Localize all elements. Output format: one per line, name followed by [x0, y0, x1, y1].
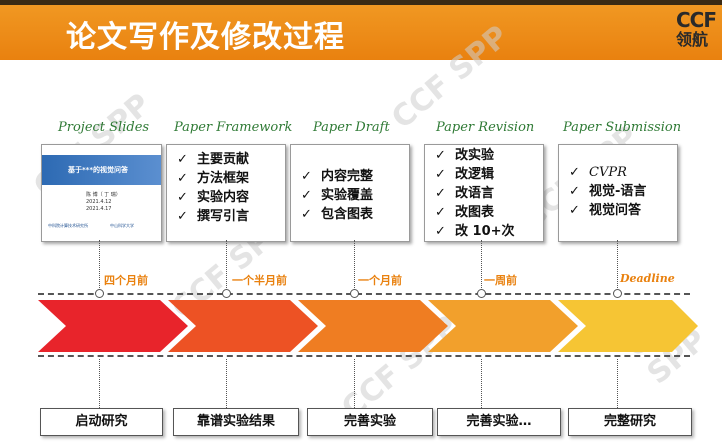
list-item: ✓ 改图表 — [435, 205, 495, 220]
check-icon: ✓ — [177, 190, 188, 205]
check-icon: ✓ — [301, 169, 312, 184]
stage-label-submission: Paper Submission — [563, 120, 682, 135]
list-item: ✓ 包含图表 — [301, 207, 374, 222]
chevron-4 — [428, 300, 578, 352]
timeline-label-1-week: 一周前 — [484, 274, 517, 287]
connector-line — [481, 240, 482, 294]
bottom-box-reliable-results: 靠谱实验结果 — [173, 408, 299, 436]
check-icon: ✓ — [177, 152, 188, 167]
stage-label-project-slides: Project Slides — [58, 120, 150, 135]
list-item: ✓ 主要贡献 — [177, 152, 250, 167]
list-item: ✓ 内容完整 — [301, 169, 374, 184]
timeline-label-4-months: 四个月前 — [104, 274, 148, 287]
timeline-dot — [350, 289, 359, 298]
check-icon: ✓ — [301, 207, 312, 222]
page-title: 论文写作及修改过程 — [66, 20, 345, 55]
list-item: ✓ 撰写引言 — [177, 209, 250, 224]
slide-author: 陈 博（ 丁 瑞） 2021.4.12 2021.4.17 — [86, 192, 121, 213]
slide-institute-right: 中山科学大学 — [110, 223, 134, 228]
list-item: ✓ 实验内容 — [177, 190, 250, 205]
list-item: ✓ 视觉-语言 — [569, 184, 647, 199]
slide-author-date1: 2021.4.12 — [86, 199, 112, 205]
timeline-dot — [477, 289, 486, 298]
slide-title: 基于***的视觉问答 — [68, 166, 128, 174]
chevron-2 — [168, 300, 318, 352]
timeline-rail-bottom — [38, 355, 690, 357]
timeline-label-1-month: 一个月前 — [358, 274, 402, 287]
stage-label-revision: Paper Revision — [436, 120, 535, 135]
revision-box: ✓ 改实验 ✓ 改逻辑 ✓ 改语言 ✓ 改图表 ✓ 改 10+次 — [424, 144, 544, 242]
check-icon: ✓ — [435, 186, 446, 201]
bottom-box-improve-experiments: 完善实验 — [307, 408, 433, 436]
check-icon: ✓ — [435, 167, 446, 182]
slide-author-name: 陈 博（ 丁 瑞） — [86, 192, 121, 198]
list-item: ✓ 方法框架 — [177, 171, 250, 186]
framework-box: ✓ 主要贡献 ✓ 方法框架 ✓ 实验内容 ✓ 撰写引言 — [166, 144, 286, 242]
connector-line — [354, 359, 355, 408]
connector-line — [99, 359, 100, 408]
check-icon: ✓ — [569, 184, 580, 199]
timeline-dot — [613, 289, 622, 298]
list-item: ✓ 改逻辑 — [435, 167, 495, 182]
stage-label-framework: Paper Framework — [174, 120, 293, 135]
logo-text-lh: 领航 — [676, 30, 709, 49]
check-icon: ✓ — [569, 165, 580, 180]
connector-line — [481, 359, 482, 408]
connector-line — [354, 240, 355, 294]
list-item: ✓ 改语言 — [435, 186, 495, 201]
connector-line — [99, 240, 100, 294]
bottom-box-improve-experiments-more: 完善实验… — [437, 408, 561, 436]
connector-line — [617, 359, 618, 408]
connector-line — [226, 359, 227, 408]
chevron-5 — [558, 300, 698, 352]
check-icon: ✓ — [177, 171, 188, 186]
check-icon: ✓ — [301, 188, 312, 203]
slide-institute-left: 中科院计算技术研究所 — [48, 223, 88, 228]
ccf-logo: CCF 领航 — [676, 10, 722, 56]
check-icon: ✓ — [435, 224, 446, 239]
submission-box: ✓ CVPR ✓ 视觉-语言 ✓ 视觉问答 — [558, 144, 678, 242]
chevron-1 — [38, 300, 188, 352]
timeline-label-1-5-months: 一个半月前 — [232, 274, 287, 287]
bottom-box-complete-research: 完整研究 — [568, 408, 692, 436]
check-icon: ✓ — [435, 148, 446, 163]
list-item: ✓ 视觉问答 — [569, 203, 642, 218]
project-slide-thumbnail: 基于***的视觉问答 陈 博（ 丁 瑞） 2021.4.12 2021.4.17… — [41, 144, 162, 242]
header-bar: 论文写作及修改过程 CCF 领航 — [0, 0, 722, 60]
chevron-3 — [298, 300, 448, 352]
progress-arrow-band — [38, 300, 698, 352]
timeline-rail-top — [38, 293, 690, 295]
list-item: ✓ CVPR — [569, 165, 627, 180]
connector-line — [226, 240, 227, 294]
timeline-dot — [95, 289, 104, 298]
timeline-dot — [222, 289, 231, 298]
list-item: ✓ 改 10+次 — [435, 224, 515, 239]
draft-box: ✓ 内容完整 ✓ 实验覆盖 ✓ 包含图表 — [290, 144, 410, 242]
check-icon: ✓ — [177, 209, 188, 224]
logo-text-ccf: CCF — [676, 8, 717, 32]
slide-author-date2: 2021.4.17 — [86, 206, 112, 212]
list-item: ✓ 改实验 — [435, 148, 495, 163]
bottom-box-start-research: 启动研究 — [40, 408, 163, 436]
check-icon: ✓ — [435, 205, 446, 220]
stage-label-draft: Paper Draft — [313, 120, 390, 135]
timeline-label-deadline: Deadline — [620, 272, 675, 285]
connector-line — [617, 240, 618, 294]
check-icon: ✓ — [569, 203, 580, 218]
list-item: ✓ 实验覆盖 — [301, 188, 374, 203]
header-top-stripe — [0, 0, 722, 5]
